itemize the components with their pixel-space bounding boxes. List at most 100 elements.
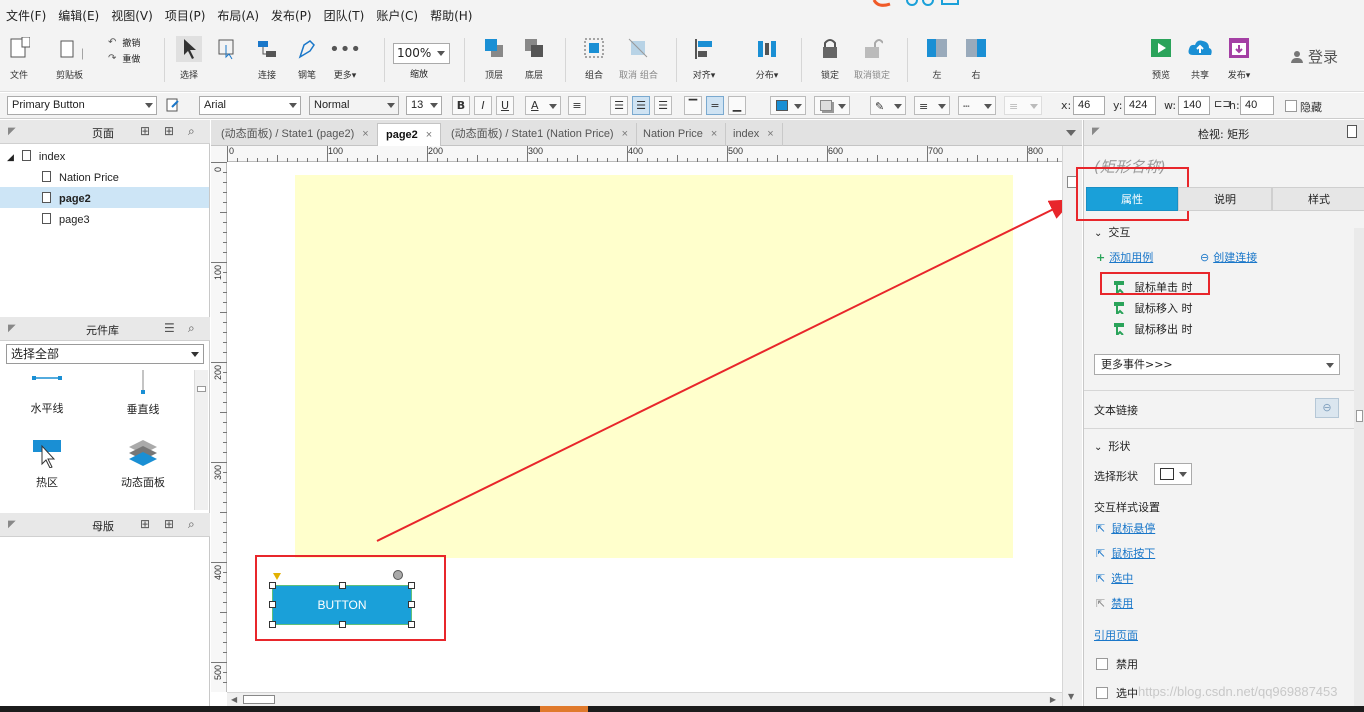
menu-file[interactable]: 文件(F) [6, 7, 46, 24]
resize-handle[interactable] [408, 621, 415, 628]
tab-page2[interactable]: page2 × [377, 123, 442, 146]
rotate-handle-icon[interactable] [393, 570, 403, 580]
menu-team[interactable]: 团队(T) [324, 7, 365, 24]
group-button[interactable]: 组合 [581, 36, 607, 81]
align-button[interactable]: 对齐▾ [691, 36, 717, 81]
library-item-vertical-line[interactable]: 垂直线 [108, 370, 178, 417]
align-text-right-button[interactable]: ☰ [654, 96, 672, 115]
login-button[interactable]: 登录 [1291, 46, 1338, 67]
selected-checkbox-row[interactable]: 选中 [1096, 685, 1138, 701]
intersect-select-tool[interactable] [214, 36, 240, 68]
close-icon[interactable]: × [622, 128, 628, 140]
close-icon[interactable]: × [362, 128, 368, 140]
page-notes-icon[interactable] [1347, 125, 1357, 138]
canvas-vertical-scrollbar[interactable]: ▼ [1062, 146, 1082, 706]
menu-lines-icon[interactable]: ☰ [164, 321, 175, 335]
distribute-button[interactable]: 分布▾ [754, 36, 780, 81]
height-input[interactable]: 40 [1240, 96, 1274, 115]
bring-to-front-button[interactable]: 顶层 [481, 36, 507, 81]
menu-layout[interactable]: 布局(A) [217, 7, 259, 24]
reference-page-link[interactable]: 引用页面 [1094, 627, 1138, 643]
font-family-select[interactable]: Arial [199, 96, 301, 115]
tree-item-index[interactable]: ◢ index [7, 150, 65, 163]
hidden-checkbox[interactable] [1285, 100, 1297, 112]
widget-style-select[interactable]: Primary Button [7, 96, 157, 115]
inspector-scrollbar[interactable] [1354, 228, 1364, 712]
resize-handle[interactable] [269, 601, 276, 608]
font-weight-select[interactable]: Normal [309, 96, 399, 115]
shape-section-header[interactable]: ⌄ 形状 [1094, 438, 1130, 454]
x-position-input[interactable]: 46 [1073, 96, 1105, 115]
style-mouse-over-link[interactable]: ⇱ 鼠标悬停 [1096, 520, 1155, 536]
collapse-icon[interactable]: ◤ [1092, 126, 1100, 137]
text-link-button[interactable]: ⊖ [1315, 398, 1339, 418]
corner-radius-handle-icon[interactable] [273, 573, 281, 580]
resize-handle[interactable] [269, 621, 276, 628]
collapse-icon[interactable]: ◤ [8, 519, 16, 530]
close-icon[interactable]: × [426, 129, 432, 141]
add-master-icon[interactable]: ⊞ [140, 517, 150, 531]
tree-item-page2[interactable]: page2 [42, 192, 91, 205]
more-tool[interactable]: ••• 更多▾ [329, 36, 361, 82]
file-tool[interactable]: 文件 [6, 36, 32, 81]
menu-project[interactable]: 项目(P) [165, 7, 206, 24]
event-on-mouse-leave[interactable]: 鼠标移出 时 [1114, 321, 1193, 338]
resize-handle[interactable] [408, 582, 415, 589]
collapse-icon[interactable]: ◤ [8, 126, 16, 137]
interaction-section-header[interactable]: ⌄ 交互 [1094, 224, 1130, 240]
style-disabled-link[interactable]: ⇱ 禁用 [1096, 595, 1133, 611]
clipboard-tool[interactable]: 剪贴板 [56, 36, 83, 81]
preview-button[interactable]: 预览 [1148, 36, 1174, 81]
resize-handle[interactable] [339, 582, 346, 589]
add-folder-icon[interactable]: ⊞ [164, 124, 174, 138]
zoom-select[interactable]: 100% [393, 43, 450, 64]
disabled-checkbox-row[interactable]: 禁用 [1096, 656, 1138, 672]
close-icon[interactable]: × [767, 128, 773, 140]
collapse-icon[interactable]: ◤ [8, 323, 16, 334]
bullet-list-button[interactable]: ≡ [568, 96, 586, 115]
line-width-button[interactable]: ≡ [914, 96, 950, 115]
library-item-dynamic-panel[interactable]: 动态面板 [108, 438, 178, 490]
font-color-button[interactable]: A [525, 96, 561, 115]
event-on-click[interactable]: 鼠标单击 时 [1114, 279, 1193, 296]
resize-handle[interactable] [339, 621, 346, 628]
select-tool[interactable]: 选择 [176, 36, 202, 81]
menu-view[interactable]: 视图(V) [111, 7, 153, 24]
tab-notes[interactable]: 说明 [1178, 187, 1272, 211]
align-text-left-button[interactable]: ☰ [610, 96, 628, 115]
menu-edit[interactable]: 编辑(E) [58, 7, 99, 24]
close-icon[interactable]: × [711, 128, 717, 140]
italic-button[interactable]: I [474, 96, 492, 115]
disabled-checkbox[interactable] [1096, 658, 1108, 670]
canvas-horizontal-scrollbar[interactable]: ◀ ▶ [227, 692, 1062, 706]
publish-button[interactable]: 发布▾ [1226, 36, 1252, 81]
valign-bottom-button[interactable]: ▁ [728, 96, 746, 115]
font-size-select[interactable]: 13 [406, 96, 442, 115]
more-events-select[interactable]: 更多事件>>> [1094, 354, 1340, 375]
menu-help[interactable]: 帮助(H) [430, 7, 472, 24]
redo-button[interactable]: ↷ 重做 [108, 52, 140, 65]
style-manager-icon[interactable] [166, 98, 180, 112]
scroll-thumb[interactable] [243, 695, 275, 704]
right-panel-toggle[interactable]: 右 [963, 36, 989, 81]
library-item-horizontal-line[interactable]: 水平线 [12, 373, 82, 416]
search-icon[interactable]: ⌕ [188, 124, 195, 139]
style-selected-link[interactable]: ⇱ 选中 [1096, 570, 1133, 586]
resize-handle[interactable] [408, 601, 415, 608]
scroll-thumb[interactable] [1356, 410, 1363, 422]
line-pattern-button[interactable]: ┄ [958, 96, 996, 115]
arrow-style-button[interactable]: ≡ [1004, 96, 1042, 115]
tab-nation-price[interactable]: Nation Price × [635, 123, 727, 146]
dynamic-panel-widget[interactable] [295, 175, 1013, 558]
undo-button[interactable]: ↶ 撤销 [108, 36, 140, 49]
menu-account[interactable]: 账户(C) [376, 7, 418, 24]
style-mouse-down-link[interactable]: ⇱ 鼠标按下 [1096, 545, 1155, 561]
menu-publish[interactable]: 发布(P) [271, 7, 312, 24]
expand-triangle-icon[interactable]: ◢ [7, 152, 14, 162]
valign-top-button[interactable]: ▔ [684, 96, 702, 115]
width-input[interactable]: 140 [1178, 96, 1210, 115]
bold-button[interactable]: B [452, 96, 470, 115]
selected-checkbox[interactable] [1096, 687, 1108, 699]
event-on-mouse-enter[interactable]: 鼠标移入 时 [1114, 300, 1193, 317]
scroll-left-icon[interactable]: ◀ [231, 695, 237, 704]
